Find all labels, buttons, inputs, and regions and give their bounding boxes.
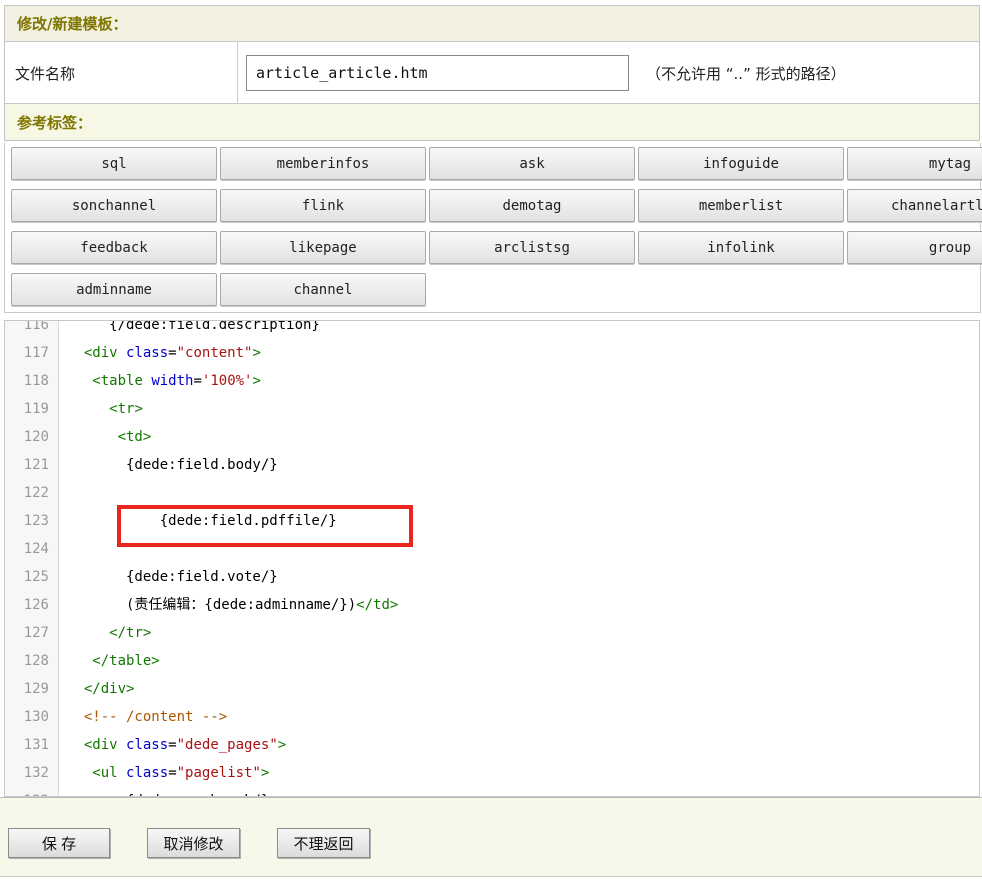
line-number: 127 bbox=[5, 619, 58, 647]
tag-button-infoguide[interactable]: infoguide bbox=[638, 147, 844, 180]
line-number: 120 bbox=[5, 423, 58, 451]
back-button[interactable]: 不理返回 bbox=[277, 828, 370, 858]
filename-note: （不允许用 “..” 形式的路径） bbox=[646, 42, 846, 104]
code-line-124[interactable] bbox=[67, 535, 979, 563]
template-editor-page: 修改/新建模板： 文件名称 （不允许用 “..” 形式的路径） 参考标签： sq… bbox=[0, 0, 982, 886]
tag-button-flink[interactable]: flink bbox=[220, 189, 426, 222]
tag-grid: sqlmemberinfosaskinfoguidemytag sonchanne… bbox=[11, 147, 982, 306]
tag-button-sonchannel[interactable]: sonchannel bbox=[11, 189, 217, 222]
line-number: 131 bbox=[5, 731, 58, 759]
tag-button-group[interactable]: group bbox=[847, 231, 982, 264]
code-line-128[interactable]: </table> bbox=[67, 647, 979, 675]
line-number: 124 bbox=[5, 535, 58, 563]
filename-input[interactable] bbox=[246, 55, 629, 91]
reference-tags-header-row: 参考标签： bbox=[5, 104, 979, 140]
line-number: 125 bbox=[5, 563, 58, 591]
code-line-118[interactable]: <table width='100%'> bbox=[67, 367, 979, 395]
filename-row: 文件名称 （不允许用 “..” 形式的路径） bbox=[5, 42, 979, 104]
line-number: 129 bbox=[5, 675, 58, 703]
line-number: 121 bbox=[5, 451, 58, 479]
code-line-121[interactable]: {dede:field.body/} bbox=[67, 451, 979, 479]
top-form-table: 修改/新建模板： 文件名称 （不允许用 “..” 形式的路径） 参考标签： bbox=[4, 5, 980, 141]
tag-button-channel[interactable]: channel bbox=[220, 273, 426, 306]
line-number: 128 bbox=[5, 647, 58, 675]
code-line-131[interactable]: <div class="dede_pages"> bbox=[67, 731, 979, 759]
line-number: 122 bbox=[5, 479, 58, 507]
code-line-116[interactable]: {/dede:field.description} bbox=[67, 320, 979, 339]
tag-button-arclistsg[interactable]: arclistsg bbox=[429, 231, 635, 264]
tag-button-feedback[interactable]: feedback bbox=[11, 231, 217, 264]
tag-buttons-area: sqlmemberinfosaskinfoguidemytag sonchanne… bbox=[4, 143, 981, 313]
code-editor-content: 1161171181191201211221231241251261271281… bbox=[5, 320, 979, 797]
tag-button-ask[interactable]: ask bbox=[429, 147, 635, 180]
line-number-gutter: 1161171181191201211221231241251261271281… bbox=[5, 320, 59, 797]
line-number: 116 bbox=[5, 320, 58, 339]
page-header-row: 修改/新建模板： bbox=[5, 6, 979, 42]
code-line-125[interactable]: {dede:field.vote/} bbox=[67, 563, 979, 591]
line-number: 126 bbox=[5, 591, 58, 619]
code-line-120[interactable]: <td> bbox=[67, 423, 979, 451]
line-number: 130 bbox=[5, 703, 58, 731]
cancel-button[interactable]: 取消修改 bbox=[147, 828, 240, 858]
code-line-132[interactable]: <ul class="pagelist"> bbox=[67, 759, 979, 787]
line-number: 132 bbox=[5, 759, 58, 787]
line-number: 123 bbox=[5, 507, 58, 535]
code-lines[interactable]: {/dede:field.description} <div class="co… bbox=[59, 320, 979, 797]
code-line-126[interactable]: (责任编辑：{dede:adminname/})</td> bbox=[67, 591, 979, 619]
tag-button-mytag[interactable]: mytag bbox=[847, 147, 982, 180]
bottom-action-bar: 保 存 取消修改 不理返回 bbox=[0, 797, 982, 877]
tag-button-adminname[interactable]: adminname bbox=[11, 273, 217, 306]
tag-button-channelartlist[interactable]: channelartlist bbox=[847, 189, 982, 222]
tag-button-demotag[interactable]: demotag bbox=[429, 189, 635, 222]
code-line-130[interactable]: <!-- /content --> bbox=[67, 703, 979, 731]
line-number: 119 bbox=[5, 395, 58, 423]
code-line-127[interactable]: </tr> bbox=[67, 619, 979, 647]
code-line-122[interactable] bbox=[67, 479, 979, 507]
code-line-123[interactable]: {dede:field.pdffile/} bbox=[67, 507, 979, 535]
code-line-129[interactable]: </div> bbox=[67, 675, 979, 703]
save-button[interactable]: 保 存 bbox=[8, 828, 110, 858]
filename-label: 文件名称 bbox=[5, 42, 238, 104]
code-line-119[interactable]: <tr> bbox=[67, 395, 979, 423]
tag-button-memberlist[interactable]: memberlist bbox=[638, 189, 844, 222]
code-line-133[interactable]: {dede:pagebreak/} bbox=[67, 787, 979, 797]
tag-button-infolink[interactable]: infolink bbox=[638, 231, 844, 264]
code-editor[interactable]: 1161171181191201211221231241251261271281… bbox=[4, 320, 980, 797]
tag-button-sql[interactable]: sql bbox=[11, 147, 217, 180]
tag-button-memberinfos[interactable]: memberinfos bbox=[220, 147, 426, 180]
reference-tags-label: 参考标签： bbox=[17, 112, 92, 133]
line-number: 118 bbox=[5, 367, 58, 395]
page-title: 修改/新建模板： bbox=[17, 13, 127, 34]
line-number: 117 bbox=[5, 339, 58, 367]
tag-button-likepage[interactable]: likepage bbox=[220, 231, 426, 264]
code-line-117[interactable]: <div class="content"> bbox=[67, 339, 979, 367]
line-number: 133 bbox=[5, 787, 58, 797]
